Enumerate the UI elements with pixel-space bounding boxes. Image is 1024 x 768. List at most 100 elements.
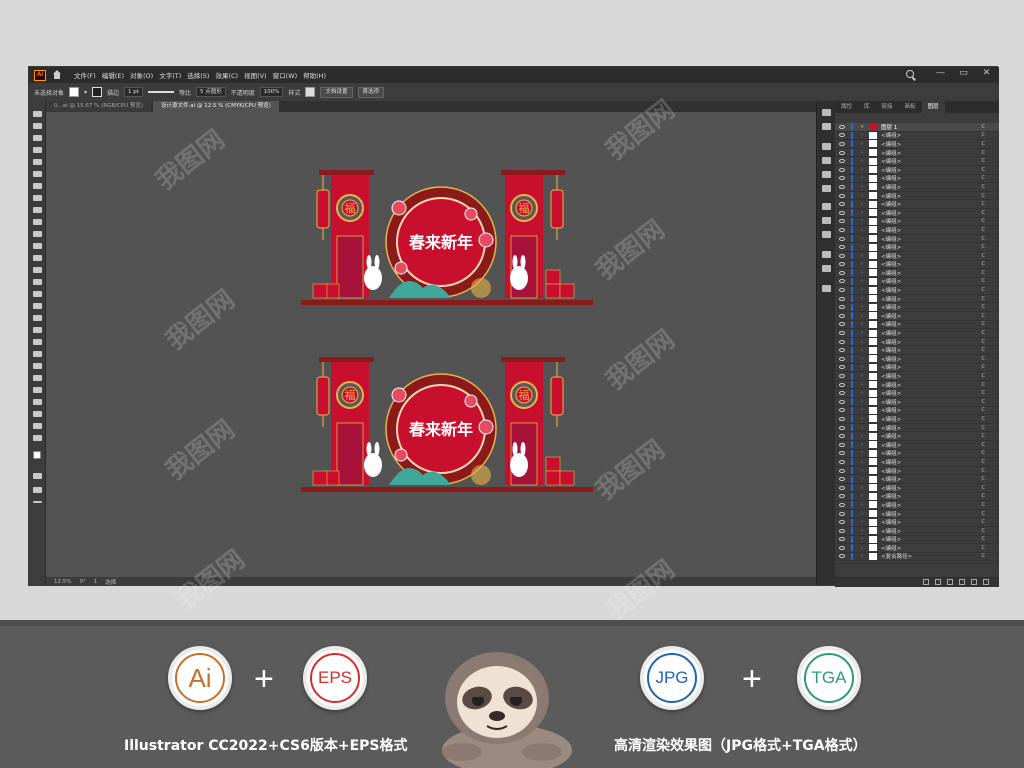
visibility-eye-icon[interactable] — [839, 434, 845, 439]
target-indicator[interactable]: C — [982, 476, 986, 482]
expand-chevron-icon[interactable]: › — [861, 141, 867, 147]
expand-chevron-icon[interactable]: › — [861, 201, 867, 207]
expand-chevron-icon[interactable]: › — [861, 528, 867, 534]
tab-properties[interactable]: 属性 — [835, 101, 858, 113]
target-indicator[interactable]: C — [982, 253, 986, 259]
menu-object[interactable]: 对象(O) — [130, 70, 153, 80]
layer-row[interactable]: › <编组> C — [835, 303, 999, 313]
expand-chevron-icon[interactable]: ▾ — [861, 124, 867, 130]
menu-edit[interactable]: 编辑(E) — [102, 70, 124, 80]
curvature-tool-icon[interactable] — [33, 171, 42, 178]
expand-chevron-icon[interactable]: › — [861, 502, 867, 508]
target-indicator[interactable]: C — [982, 425, 986, 431]
free-transform-tool-icon[interactable] — [33, 291, 42, 298]
scale-tool-icon[interactable] — [33, 267, 42, 274]
target-indicator[interactable]: C — [982, 296, 986, 302]
layer-row[interactable]: › <编组> C — [835, 475, 999, 484]
expand-chevron-icon[interactable]: › — [861, 175, 867, 181]
target-indicator[interactable]: C — [982, 261, 986, 267]
visibility-eye-icon[interactable] — [839, 459, 845, 464]
menu-effect[interactable]: 效果(C) — [215, 70, 238, 80]
target-indicator[interactable]: C — [982, 132, 986, 138]
paintbrush-tool-icon[interactable] — [33, 219, 42, 226]
target-indicator[interactable]: C — [982, 201, 986, 207]
target-indicator[interactable]: C — [982, 442, 986, 448]
layer-row[interactable]: › <编组> C — [835, 458, 999, 467]
magic-wand-tool-icon[interactable] — [33, 135, 42, 142]
expand-chevron-icon[interactable]: › — [861, 313, 867, 319]
expand-chevron-icon[interactable]: › — [861, 390, 867, 396]
visibility-eye-icon[interactable] — [839, 356, 845, 361]
tab-libraries[interactable]: 库 — [858, 101, 876, 113]
layer-row[interactable]: › <编组> C — [835, 269, 999, 278]
layer-row[interactable]: › <编组> C — [835, 510, 999, 519]
fill-stroke-icon[interactable] — [33, 451, 45, 463]
target-indicator[interactable]: C — [982, 236, 986, 242]
perspective-grid-tool-icon[interactable] — [33, 315, 42, 322]
expand-chevron-icon[interactable]: › — [861, 218, 867, 224]
document-setup-button[interactable]: 文档设置 — [320, 86, 353, 98]
visibility-eye-icon[interactable] — [839, 399, 845, 404]
target-indicator[interactable]: C — [982, 511, 986, 517]
expand-chevron-icon[interactable]: › — [861, 450, 867, 456]
line-tool-icon[interactable] — [33, 195, 42, 202]
visibility-eye-icon[interactable] — [839, 150, 845, 155]
expand-chevron-icon[interactable]: › — [861, 158, 867, 164]
target-indicator[interactable]: C — [982, 459, 986, 465]
expand-chevron-icon[interactable]: › — [861, 347, 867, 353]
width-tool-icon[interactable] — [33, 279, 42, 286]
tab-layers[interactable]: 图层 — [921, 101, 945, 113]
visibility-eye-icon[interactable] — [839, 331, 845, 336]
gradient-icon[interactable] — [822, 217, 831, 224]
expand-chevron-icon[interactable]: › — [861, 373, 867, 379]
expand-chevron-icon[interactable]: › — [861, 536, 867, 542]
visibility-eye-icon[interactable] — [839, 227, 845, 232]
layer-row[interactable]: › <编组> C — [835, 217, 999, 227]
color-icon[interactable] — [822, 143, 831, 150]
visibility-eye-icon[interactable] — [839, 537, 845, 542]
layer-row[interactable]: › <编组> C — [835, 329, 999, 338]
target-indicator[interactable]: C — [982, 313, 986, 319]
layer-row[interactable]: › <编组> C — [835, 355, 999, 364]
target-indicator[interactable]: C — [982, 193, 986, 199]
layer-row[interactable]: › <编组> C — [835, 277, 999, 287]
menu-view[interactable]: 视图(V) — [244, 70, 267, 80]
properties-icon[interactable] — [822, 109, 831, 116]
target-indicator[interactable]: C — [982, 167, 986, 173]
visibility-eye-icon[interactable] — [839, 236, 845, 241]
eraser-tool-icon[interactable] — [33, 243, 42, 250]
expand-chevron-icon[interactable]: › — [861, 493, 867, 499]
expand-chevron-icon[interactable]: › — [861, 330, 867, 336]
hand-tool-icon[interactable] — [33, 423, 42, 430]
drawing-modes-icon[interactable] — [33, 473, 42, 480]
layer-row[interactable]: › <编组> C — [835, 467, 999, 476]
expand-chevron-icon[interactable]: › — [861, 416, 867, 422]
expand-chevron-icon[interactable]: › — [861, 459, 867, 465]
expand-chevron-icon[interactable]: › — [861, 553, 867, 559]
gradient-tool-icon[interactable] — [33, 339, 42, 346]
tab-document-2[interactable]: 设计源文件.ai @ 12.5 % (CMYK/CPU 预览) — [153, 101, 279, 112]
symbols-icon[interactable] — [822, 185, 831, 192]
visibility-eye-icon[interactable] — [839, 279, 845, 284]
layer-row[interactable]: › <编组> C — [835, 363, 999, 373]
comments-icon[interactable] — [822, 285, 831, 292]
pen-tool-icon[interactable] — [33, 159, 42, 166]
stroke-swatch[interactable] — [92, 87, 103, 97]
visibility-eye-icon[interactable] — [839, 416, 845, 421]
visibility-eye-icon[interactable] — [839, 141, 845, 146]
target-indicator[interactable]: C — [982, 493, 986, 499]
expand-chevron-icon[interactable]: › — [861, 519, 867, 525]
chevron-down-icon[interactable]: ▾ — [84, 89, 87, 96]
shape-builder-tool-icon[interactable] — [33, 303, 42, 310]
visibility-eye-icon[interactable] — [839, 184, 845, 189]
artboard-field[interactable]: 1 — [94, 579, 98, 585]
rotate-field[interactable]: 0° — [79, 579, 85, 585]
visibility-eye-icon[interactable] — [839, 425, 845, 430]
visibility-eye-icon[interactable] — [839, 133, 845, 138]
menu-select[interactable]: 选择(S) — [187, 70, 209, 80]
collect-export-icon[interactable] — [923, 579, 929, 585]
layer-row[interactable]: › <编组> C — [835, 527, 999, 536]
target-indicator[interactable]: C — [982, 278, 986, 284]
brushes-icon[interactable] — [822, 171, 831, 178]
blend-tool-icon[interactable] — [33, 363, 42, 370]
